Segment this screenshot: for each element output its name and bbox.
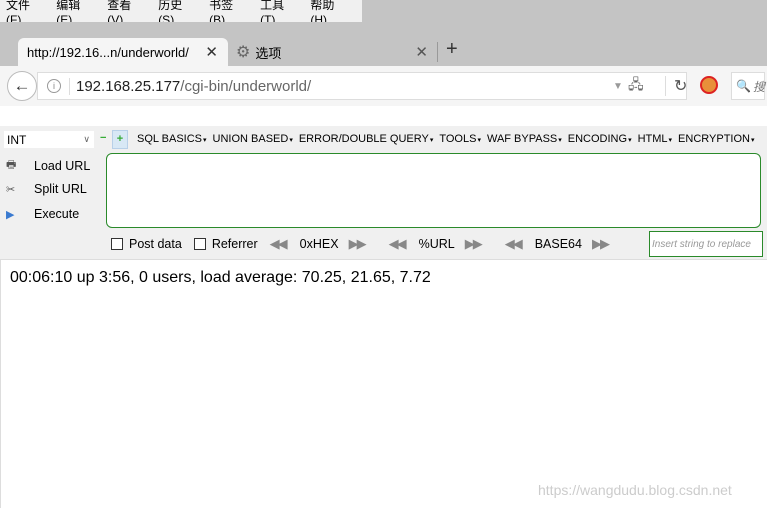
menu-error-double-query[interactable]: ERROR/DOUBLE QUERY (299, 133, 434, 145)
menu-bar: 文件(F) 编辑(E) 查看(V) 历史(S) 书签(B) 工具(T) 帮助(H… (0, 0, 362, 27)
base64-decode-button[interactable]: ▶▶ (592, 236, 610, 252)
dropdown-arrow-icon[interactable]: ▼ (613, 81, 623, 92)
menu-encryption[interactable]: ENCRYPTION (678, 133, 754, 145)
search-icon: 🔍 (736, 79, 751, 93)
post-data-label: Post data (129, 237, 182, 251)
url-textarea[interactable] (106, 153, 761, 228)
close-icon[interactable]: ✕ (205, 43, 218, 61)
url-host: 192.168.25.177 (76, 77, 181, 95)
back-button[interactable]: ← (7, 71, 37, 101)
hex-decode-button[interactable]: ▶▶ (349, 236, 367, 252)
insert-string-input[interactable]: Insert string to replace (649, 231, 763, 257)
execute-label: Execute (34, 207, 80, 221)
scissors-icon: ✂ (6, 183, 16, 196)
tab-options[interactable]: ⚙ 选项 ✕ (236, 38, 436, 66)
url-label: %URL (418, 237, 455, 251)
chevron-down-icon: ∨ (83, 134, 90, 144)
menu-html[interactable]: HTML (638, 133, 672, 145)
search-placeholder: 搜 (752, 79, 765, 94)
url-path: /cgi-bin/underworld/ (180, 77, 312, 95)
split-url-button[interactable]: ✂ Split URL (6, 182, 87, 196)
minus-icon[interactable]: − (100, 133, 107, 144)
type-select[interactable]: INT ∨ (4, 131, 94, 148)
menu-sql-basics[interactable]: SQL BASICS (137, 133, 207, 145)
menu-tools[interactable]: TOOLS (439, 133, 481, 145)
plus-icon[interactable]: + (112, 130, 128, 149)
gear-icon: ⚙ (236, 44, 251, 61)
hex-encode-button[interactable]: ◀◀ (270, 236, 288, 252)
post-data-checkbox[interactable] (111, 238, 123, 250)
menu-union-based[interactable]: UNION BASED (213, 133, 293, 145)
base64-encode-button[interactable]: ◀◀ (505, 236, 523, 252)
tab-title: 选项 (255, 45, 282, 61)
close-icon[interactable]: ✕ (415, 43, 428, 61)
search-input[interactable]: 🔍 搜 (731, 72, 765, 100)
new-tab-button[interactable]: + (446, 38, 458, 61)
load-url-button[interactable]: 🖶 Load URL (6, 156, 90, 175)
block-addon-icon[interactable] (700, 76, 718, 94)
watermark: https://wangdudu.blog.csdn.net (538, 482, 732, 498)
hex-label: 0xHEX (299, 237, 339, 251)
referrer-label: Referrer (211, 237, 258, 251)
divider (0, 260, 1, 508)
menu-waf-bypass[interactable]: WAF BYPASS (487, 133, 562, 145)
split-url-label: Split URL (34, 182, 87, 196)
select-value: INT (7, 132, 27, 147)
play-icon: ▶ (6, 208, 15, 221)
load-url-label: Load URL (34, 158, 91, 173)
tab-active[interactable]: http://192.16...n/underworld/ ✕ (18, 38, 228, 66)
menu-encoding[interactable]: ENCODING (568, 133, 632, 145)
tab-title: http://192.16...n/underworld/ (27, 44, 189, 60)
network-icon: 🖧 (628, 76, 644, 92)
divider (437, 42, 438, 62)
url-encode-button[interactable]: ◀◀ (389, 236, 407, 252)
load-icon: 🖶 (6, 159, 17, 171)
hackbar-menus: SQL BASICS UNION BASED ERROR/DOUBLE QUER… (137, 133, 754, 145)
execute-button[interactable]: ▶ Execute (6, 207, 79, 221)
url-bar[interactable]: i 192.168.25.177/cgi-bin/underworld/ ▼ 🖧… (37, 72, 687, 100)
referrer-checkbox[interactable] (193, 238, 206, 250)
hackbar-bottom: Post data Referrer ◀◀ 0xHEX ▶▶ ◀◀ %URL ▶▶ ◀◀… (111, 236, 610, 252)
url-decode-button[interactable]: ▶▶ (465, 236, 483, 252)
base64-label: BASE64 (534, 237, 582, 251)
url-text[interactable]: 192.168.25.177/cgi-bin/underworld/ (69, 77, 312, 95)
titlebar-bg (362, 0, 767, 22)
page-output: 00:06:10 up 3:56, 0 users, load average:… (10, 269, 431, 286)
reload-icon[interactable]: ↻ (665, 76, 687, 96)
info-icon[interactable]: i (47, 79, 61, 93)
